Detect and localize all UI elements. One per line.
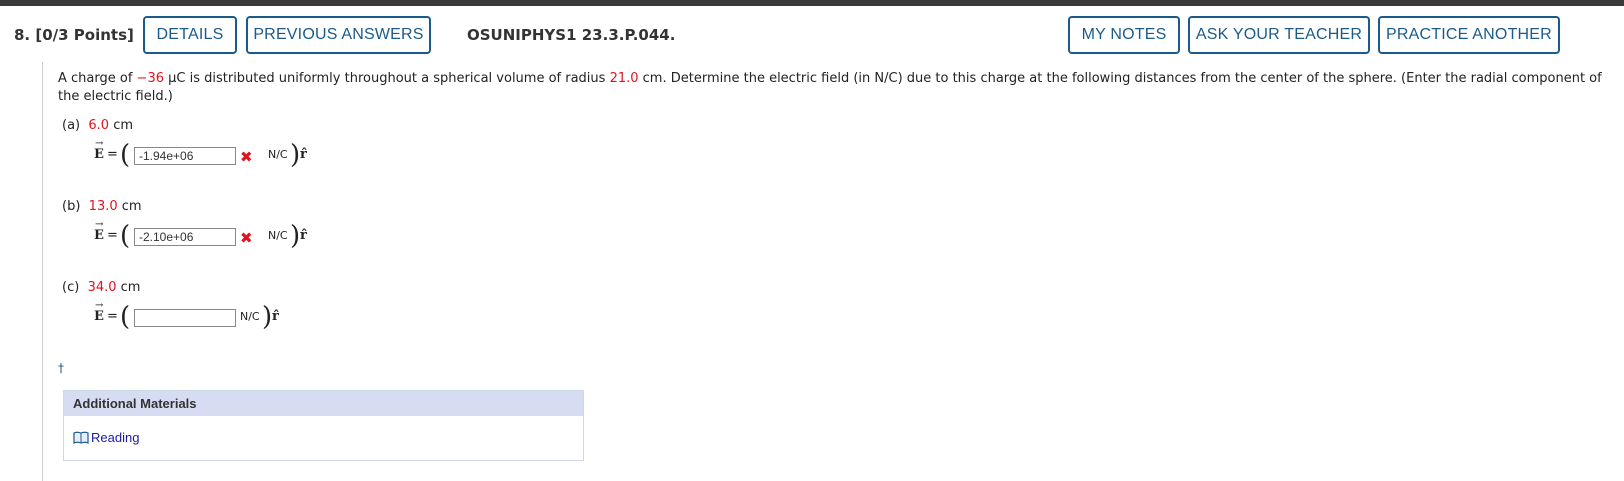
r-hat-symbol: r̂ <box>300 147 307 162</box>
question-number: 8. [0/3 Points] <box>14 26 134 44</box>
given-charge: −36 <box>136 71 164 86</box>
details-button[interactable]: DETAILS <box>143 16 237 54</box>
given-radius: 21.0 <box>609 71 639 86</box>
part-c-answer-input[interactable] <box>134 309 236 327</box>
incorrect-icon: ✖ <box>240 148 253 166</box>
ask-your-teacher-button[interactable]: ASK YOUR TEACHER <box>1188 16 1370 54</box>
question-header: 8. [0/3 Points] DETAILS PREVIOUS ANSWERS… <box>0 6 1624 62</box>
part-b-label: (b) 13.0 cm <box>62 199 142 214</box>
part-c-label: (c) 34.0 cm <box>62 280 141 295</box>
r-hat-symbol: r̂ <box>272 309 279 324</box>
part-b-answer-input[interactable] <box>134 228 236 246</box>
problem-code: OSUNIPHYS1 23.3.P.044. <box>467 26 676 44</box>
question-text: A charge of −36 µC is distributed unifor… <box>58 71 1602 104</box>
e-vector-symbol: → E <box>94 219 104 243</box>
reading-link-label[interactable]: Reading <box>91 430 139 445</box>
e-vector-symbol: → E <box>94 138 104 162</box>
part-a-label: (a) 6.0 cm <box>62 118 134 133</box>
incorrect-icon: ✖ <box>240 229 253 247</box>
additional-materials-title: Additional Materials <box>64 391 583 416</box>
book-icon <box>73 431 89 444</box>
r-hat-symbol: r̂ <box>300 228 307 243</box>
content-left-border <box>42 62 43 481</box>
additional-materials-panel: Additional Materials Reading <box>63 390 584 461</box>
part-a-answer-input[interactable] <box>134 147 236 165</box>
reading-link[interactable]: Reading <box>73 430 139 445</box>
e-vector-symbol: → E <box>94 300 104 324</box>
footnote-dagger[interactable]: † <box>58 361 64 375</box>
previous-answers-button[interactable]: PREVIOUS ANSWERS <box>246 16 431 54</box>
practice-another-button[interactable]: PRACTICE ANOTHER <box>1378 16 1560 54</box>
my-notes-button[interactable]: MY NOTES <box>1068 16 1180 54</box>
